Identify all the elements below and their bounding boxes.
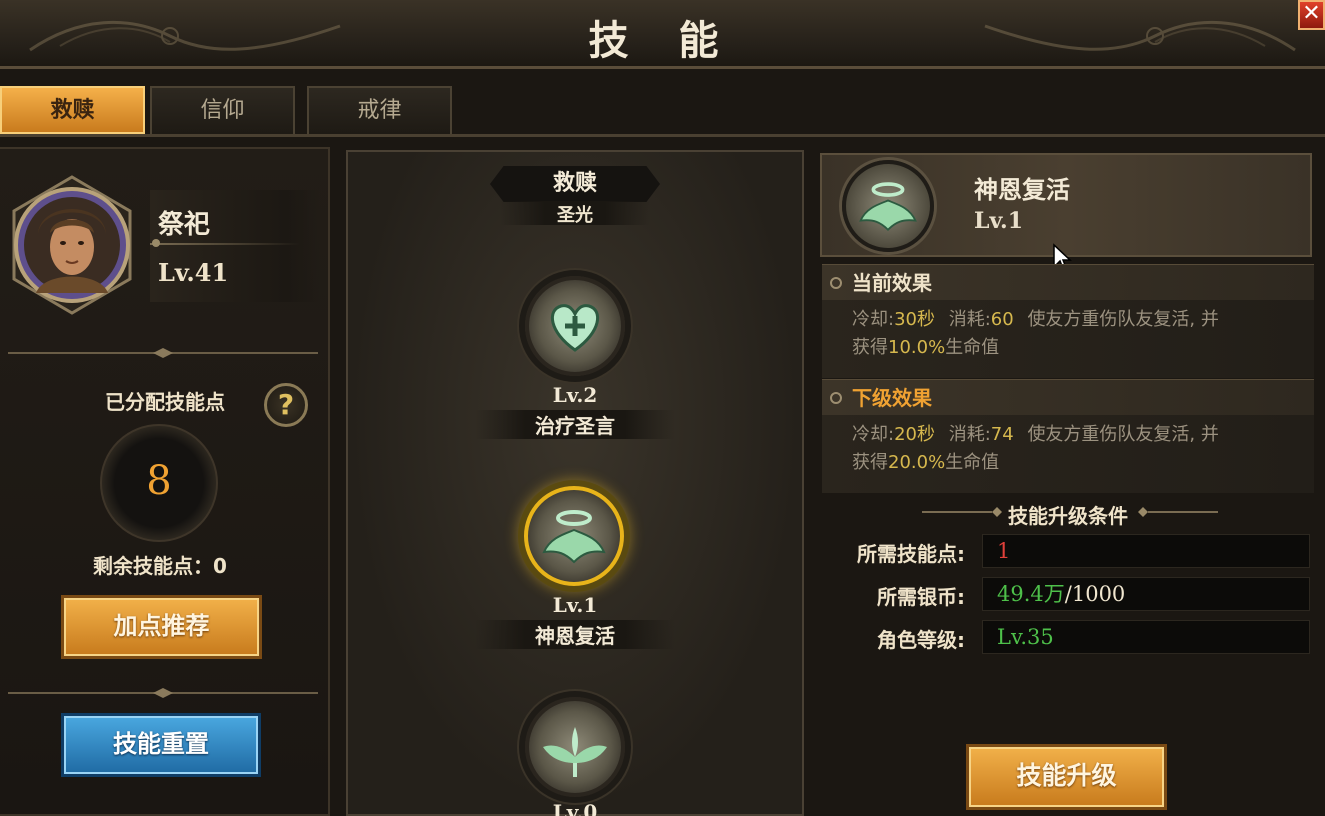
left-divider-top (8, 348, 318, 358)
help-button[interactable]: ? (264, 383, 308, 427)
required-skill-points-value: 1 (982, 534, 1310, 568)
upgrade-skill-button[interactable]: 技能升级 (966, 744, 1167, 810)
effect-text: 生命值 (945, 452, 1000, 473)
next-effect-body: 冷却:20秒 消耗:74 使友方重伤队友复活, 并 获得20.0%生命值 (822, 415, 1314, 493)
branch-title: 救赎 (490, 166, 660, 202)
cooldown-label: 冷却: (852, 309, 895, 330)
assigned-points-value: 8 (146, 458, 172, 504)
required-silver-label: 所需银币: (877, 585, 965, 609)
assigned-points-label: 已分配技能点 (105, 390, 225, 414)
required-character-level-value: Lv.35 (982, 620, 1310, 654)
effect-text: 获得 (852, 452, 888, 473)
skill-level-clipped: Lv.0 (475, 800, 675, 816)
bullet-icon (830, 277, 842, 289)
effect-percent: 10.0% (888, 337, 946, 358)
requirements-title-ornament-right (1138, 507, 1218, 517)
tab-faith[interactable]: 信仰 (150, 86, 295, 134)
skill-level: Lv.0 (552, 800, 598, 816)
detail-skill-icon (842, 160, 934, 252)
skill-name: 神恩复活 (475, 620, 675, 649)
name-divider (150, 243, 300, 245)
branch-subtitle: 圣光 (500, 201, 650, 225)
halo-wings-icon (542, 510, 606, 564)
name-divider-dot (152, 239, 160, 247)
required-skill-points: 1 (997, 539, 1011, 563)
current-effect-title: 当前效果 (852, 271, 932, 295)
cost-value: 74 (990, 424, 1014, 445)
skill-level: Lv.1 (552, 593, 598, 617)
cost-label: 消耗: (948, 309, 991, 330)
remaining-points: 剩余技能点：0 (93, 554, 227, 578)
skill-name: 治疗圣言 (475, 410, 675, 439)
effect-text: 使友方重伤队友复活, 并 (1027, 309, 1219, 330)
leaf-wings-icon (543, 727, 607, 777)
reset-skills-button[interactable]: 技能重置 (61, 713, 261, 777)
avatar[interactable] (10, 175, 134, 315)
required-character-level: Lv.35 (997, 625, 1054, 649)
effect-text: 使友方重伤队友复活, 并 (1027, 424, 1219, 445)
halo-wings-icon (859, 182, 917, 232)
cost-value: 60 (990, 309, 1014, 330)
cooldown-value: 30秒 (894, 309, 935, 330)
required-silver: /1000 (1064, 582, 1126, 606)
detail-skill-level: Lv.1 (974, 208, 1024, 234)
next-effect-title: 下级效果 (852, 386, 932, 410)
cooldown-label: 冷却: (852, 424, 895, 445)
character-level: Lv.41 (158, 258, 229, 287)
skill-level: Lv.2 (552, 383, 598, 407)
window-title: 技 能 (588, 18, 737, 64)
current-effect-body: 冷却:30秒 消耗:60 使友方重伤队友复活, 并 获得10.0%生命值 (822, 300, 1314, 378)
required-silver-value: 49.4万/1000 (982, 577, 1310, 611)
character-name: 祭祀 (158, 210, 211, 240)
detail-skill-name: 神恩复活 (974, 176, 1070, 204)
tab-discipline[interactable]: 戒律 (307, 86, 452, 134)
required-character-level-label: 角色等级: (877, 628, 965, 652)
required-skill-points-label: 所需技能点: (857, 542, 965, 566)
close-button[interactable]: ✕ (1298, 0, 1325, 30)
effect-text: 生命值 (945, 337, 1000, 358)
left-divider-bottom (8, 688, 318, 698)
current-silver: 49.4万 (997, 582, 1065, 606)
heart-plus-icon (551, 304, 599, 352)
recommend-points-button[interactable]: 加点推荐 (61, 595, 262, 659)
bullet-icon (830, 392, 842, 404)
next-effect-header: 下级效果 (822, 379, 1314, 415)
tab-redemption[interactable]: 救赎 (0, 86, 145, 134)
effect-text: 获得 (852, 337, 888, 358)
skill-node-divine-resurrection[interactable] (524, 486, 624, 586)
cost-label: 消耗: (948, 424, 991, 445)
current-effect-header: 当前效果 (822, 264, 1314, 300)
effect-percent: 20.0% (888, 452, 946, 473)
skill-node-healing-word[interactable] (525, 276, 625, 376)
skill-node-locked[interactable] (525, 697, 625, 797)
requirements-title: 技能升级条件 (1008, 504, 1128, 528)
tab-row-divider (0, 134, 1325, 137)
cooldown-value: 20秒 (894, 424, 935, 445)
